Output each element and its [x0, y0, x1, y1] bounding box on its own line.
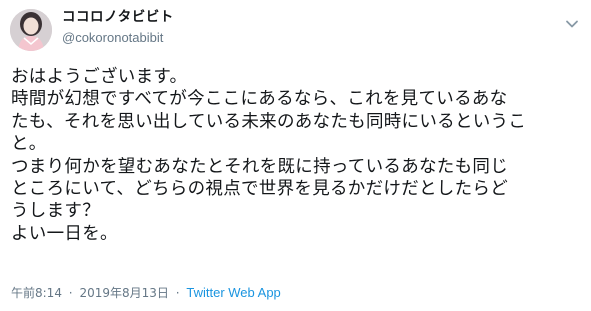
- tweet-metadata: 午前8:14 · 2019年8月13日 · Twitter Web App: [11, 284, 281, 301]
- tweet-text-line: たも、それを思い出している未来のあなたも同時にいるというこ: [11, 111, 527, 132]
- tweet-text-line: おはようございます。: [11, 67, 188, 87]
- meta-separator: ·: [175, 286, 180, 300]
- profile-avatar-icon: [10, 9, 52, 51]
- avatar[interactable]: [10, 9, 52, 51]
- tweet-source-link[interactable]: Twitter Web App: [186, 285, 280, 300]
- user-handle[interactable]: @cokoronotabibit: [62, 31, 174, 44]
- author-info[interactable]: ココロノタビビト @cokoronotabibit: [62, 10, 174, 44]
- tweet-text-line: 時間が幻想ですべてが今ここにあるなら、これを見ているあな: [11, 89, 508, 110]
- tweet-text-line: と。: [11, 134, 47, 155]
- display-name[interactable]: ココロノタビビト: [62, 10, 174, 25]
- tweet-date[interactable]: 2019年8月13日: [79, 286, 168, 300]
- tweet-menu-button[interactable]: [565, 14, 579, 28]
- tweet-text: おはようございます。 時間が幻想ですべてが今ここにあるなら、これを見ているあな …: [11, 66, 583, 245]
- tweet-text-line: ところにいて、どちらの視点で世界を見るかだけだとしたらど: [11, 178, 508, 199]
- tweet-text-line: よい一日を。: [11, 223, 118, 244]
- meta-separator: ·: [68, 286, 73, 300]
- chevron-down-icon: [566, 20, 578, 28]
- tweet-card: ココロノタビビト @cokoronotabibit おはようございます。 時間が…: [0, 0, 591, 311]
- tweet-time[interactable]: 午前8:14: [11, 286, 62, 300]
- tweet-text-line: うします？: [11, 201, 100, 222]
- tweet-text-line: つまり何かを望むあなたとそれを既に持っているあなたも同じ: [11, 156, 508, 177]
